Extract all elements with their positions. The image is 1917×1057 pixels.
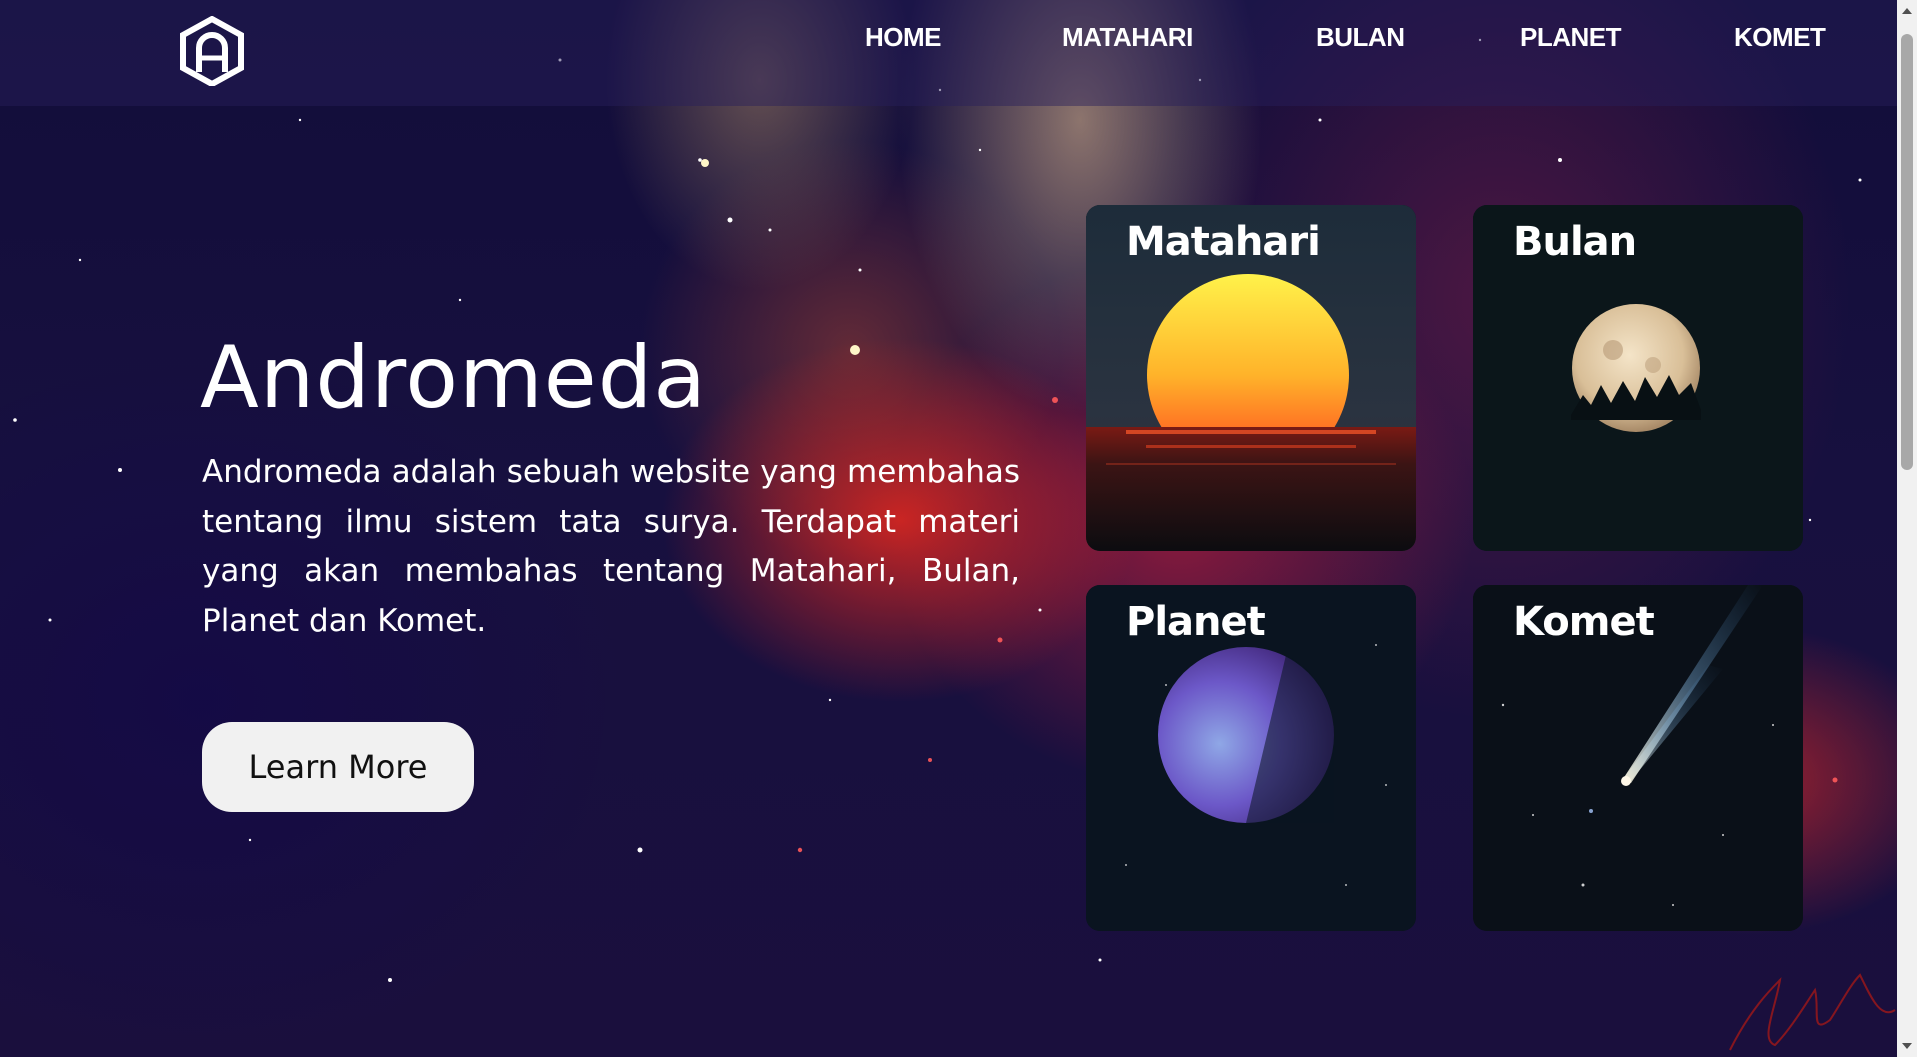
card-title-matahari: Matahari: [1126, 219, 1321, 265]
nav-link-home[interactable]: HOME: [865, 22, 942, 53]
hero-description: Andromeda adalah sebuah website yang mem…: [202, 454, 1020, 639]
card-bulan[interactable]: Bulan: [1473, 205, 1803, 551]
card-title-planet: Planet: [1126, 599, 1266, 645]
card-planet[interactable]: Planet: [1086, 585, 1416, 931]
nav-link-planet[interactable]: PLANET: [1520, 22, 1622, 53]
card-matahari[interactable]: Matahari: [1086, 205, 1416, 551]
nav-link-matahari[interactable]: MATAHARI: [1062, 22, 1193, 53]
card-title-komet: Komet: [1513, 599, 1655, 645]
hexagon-a-logo-icon[interactable]: [179, 16, 245, 86]
learn-more-button[interactable]: Learn More: [202, 722, 474, 812]
top-navigation-bar: HOME MATAHARI BULAN PLANET KOMET: [0, 0, 1897, 106]
card-title-bulan: Bulan: [1513, 219, 1637, 265]
nav-link-komet[interactable]: KOMET: [1734, 22, 1826, 53]
scroll-up-arrow-icon[interactable]: [1901, 6, 1913, 16]
card-komet[interactable]: Komet: [1473, 585, 1803, 931]
signature-watermark: [1729, 973, 1896, 1051]
hero-title: Andromeda: [200, 328, 707, 428]
nav-link-bulan[interactable]: BULAN: [1316, 22, 1405, 53]
scrollbar-thumb[interactable]: [1901, 34, 1913, 470]
scroll-down-arrow-icon[interactable]: [1901, 1041, 1913, 1051]
